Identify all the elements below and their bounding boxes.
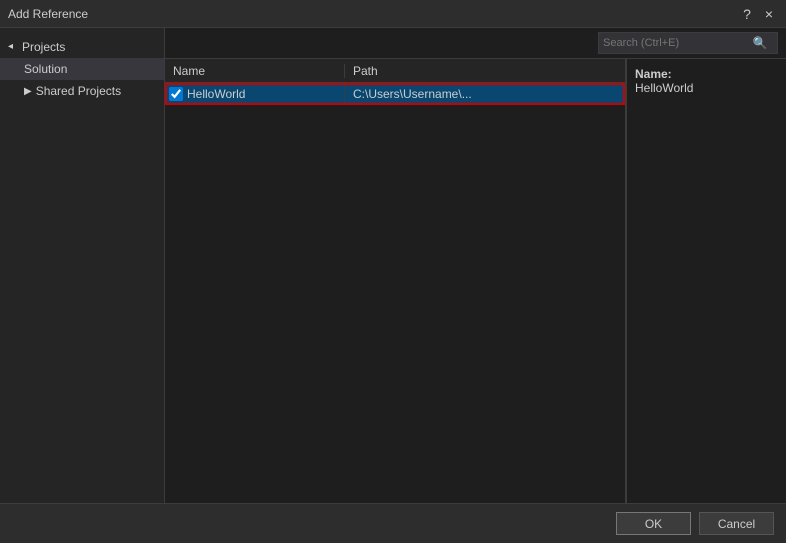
shared-projects-label: Shared Projects: [36, 84, 121, 98]
ok-button[interactable]: OK: [616, 512, 691, 535]
title-bar-controls: ? ×: [738, 5, 778, 23]
table-rows-wrapper: HelloWorld C:\Users\Username\...: [165, 83, 625, 105]
shared-projects-arrow: ▶: [24, 86, 32, 97]
help-button[interactable]: ?: [738, 5, 756, 23]
search-input[interactable]: [599, 37, 749, 49]
properties-name-label: Name:: [635, 67, 672, 81]
sidebar-item-solution[interactable]: Solution: [0, 58, 164, 80]
table-row[interactable]: HelloWorld C:\Users\Username\...: [165, 83, 625, 105]
table-area: Name Path HelloWorld C:\Users\Username\.…: [165, 59, 786, 503]
projects-label: Projects: [22, 40, 65, 54]
main-content: 🔍 Name Path HelloWorl: [165, 28, 786, 503]
search-input-wrapper: 🔍: [598, 32, 778, 54]
projects-group: ◂ Projects Solution ▶ Shared Projects: [0, 32, 164, 106]
table-section: Name Path HelloWorld C:\Users\Username\.…: [165, 59, 626, 503]
row-name-text: HelloWorld: [187, 87, 245, 101]
dialog-title: Add Reference: [8, 7, 88, 21]
cancel-button[interactable]: Cancel: [699, 512, 774, 535]
solution-label: Solution: [24, 62, 67, 76]
sidebar-item-shared-projects[interactable]: ▶ Shared Projects: [0, 80, 164, 102]
search-area: 🔍: [165, 28, 786, 59]
search-button[interactable]: 🔍: [749, 32, 771, 54]
sidebar: ◂ Projects Solution ▶ Shared Projects: [0, 28, 165, 503]
row-path-cell: C:\Users\Username\...: [345, 87, 625, 101]
bottom-bar: OK Cancel: [0, 503, 786, 543]
projects-arrow: ◂: [8, 41, 20, 53]
row-checkbox[interactable]: [169, 87, 183, 101]
row-name-cell: HelloWorld: [165, 83, 345, 105]
col-path-header: Path: [345, 64, 625, 78]
selected-row-wrapper: HelloWorld C:\Users\Username\...: [165, 83, 625, 105]
table-header: Name Path: [165, 59, 625, 83]
projects-group-header[interactable]: ◂ Projects: [0, 36, 164, 58]
col-name-header: Name: [165, 64, 345, 78]
properties-panel: Name: HelloWorld: [626, 59, 786, 503]
search-icon: 🔍: [753, 36, 768, 50]
properties-name-value: HelloWorld: [635, 81, 693, 95]
close-button[interactable]: ×: [760, 5, 778, 23]
dialog-body: ◂ Projects Solution ▶ Shared Projects 🔍: [0, 28, 786, 503]
title-bar: Add Reference ? ×: [0, 0, 786, 28]
